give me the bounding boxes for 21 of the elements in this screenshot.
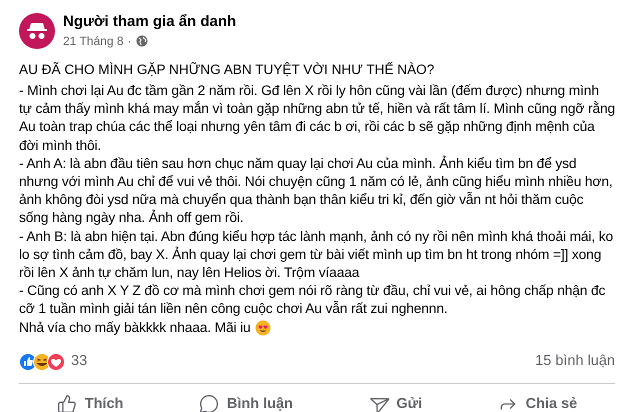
like-button[interactable]: Thích bbox=[44, 388, 136, 412]
incognito-avatar-icon bbox=[19, 13, 55, 49]
post-paragraph: Nhả vía cho mấy bàkkkk nhaaa. Mãi iu bbox=[19, 318, 251, 337]
post-paragraph: - Cũng có anh X Y Z đồ cơ mà mình chơi gem nói rõ ràng từ đầu, chỉ vui vẻ, ai hông chấp nhận đc cỡ 1 tuần mình giải tán liền nên công cuộc chơi Au vẫn rất zui nghennn. bbox=[19, 282, 606, 318]
share-button[interactable]: Chia sẻ bbox=[486, 388, 590, 412]
comment-button[interactable]: Bình luận bbox=[186, 388, 305, 412]
speech-bubble-icon bbox=[198, 394, 219, 412]
post-title: AU ĐÃ CHO MÌNH GẶP NHỮNG ABN TUYỆT VỜI NHƯ THẾ NÀO? bbox=[19, 60, 436, 79]
post-paragraph: - Mình chơi lại Au đc tầm gần 2 năm rồi. Gđ lên X rồi ly hôn cũng vài lần (đếm được) nhưng mình tự cảm thấy mình khá may mắn vì toàn gặp những abn tử tế, hiền và rất tâm lí. Mình cũng ngỡ rằng Au toàn trap chúa các thể loại nhưng yên tâm đi các b ơi, rồi các b sẽ gặp những định mệnh của đời mình thôi. bbox=[19, 82, 615, 155]
globe-icon bbox=[136, 35, 148, 47]
post-paragraph: - Anh B: là abn hiện tại. Abn đúng kiểu hợp tác lành mạnh, ảnh có ny rồi nên mình khá thoải mái, ko lo sợ tình cảm đồ, bay X. Ảnh quay lại chơi gem từ bài viết mình up tìm bn ht trong nhóm =]] xong rồi lên X ảnh tự chăm lun, nay lên Helios ời. Trộm víaaaa bbox=[19, 228, 614, 282]
post-date[interactable]: 21 Tháng 8 bbox=[63, 32, 124, 50]
send-button[interactable]: Gửi bbox=[356, 388, 434, 412]
reaction-icons[interactable] bbox=[19, 352, 67, 371]
reaction-count[interactable]: 33 bbox=[71, 350, 88, 373]
thumbs-up-icon bbox=[56, 394, 77, 412]
author-name[interactable]: Người tham gia ẩn danh bbox=[63, 12, 236, 32]
comment-count[interactable]: 15 bình luận bbox=[535, 350, 615, 373]
separator-dot: · bbox=[128, 33, 132, 50]
post-paragraph: - Anh A: là abn đầu tiên sau hơn chục năm quay lại chơi Au của mình. Ảnh kiểu tìm bn để ysd nhưng với mình Au chỉ để vui vẻ thôi. Nói chuyện cũng 1 năm có lẻ, ảnh cũng hiểu mình nhiều hơn, ảnh không đòi ysd nữa mà chuyển qua thành bạn thân kiểu tri kỉ, đến giờ vẫn nt hỏi thăm cuộc sống hàng ngày nha. Ảnh off gem rồi. bbox=[19, 154, 614, 228]
heart-eyes-emoji-icon bbox=[254, 320, 271, 336]
